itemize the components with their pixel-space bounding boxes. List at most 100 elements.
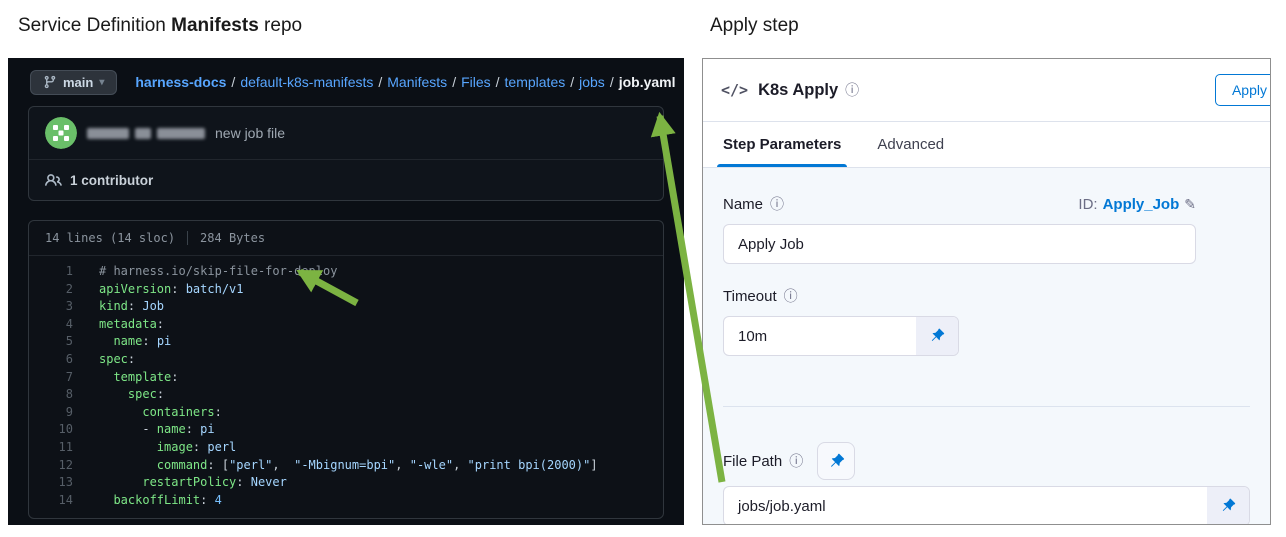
code-line: 13 restartPolicy: Never: [29, 474, 663, 492]
file-size: 284 Bytes: [187, 231, 265, 245]
code-line: 1 # harness.io/skip-file-for-deploy: [29, 263, 663, 281]
file-path-label: File Path: [723, 452, 783, 470]
code-content: metadata:: [99, 316, 165, 331]
file-path-input[interactable]: jobs/job.yaml: [723, 486, 1250, 524]
commit-summary-box: new job file 1 contributor: [28, 106, 664, 201]
code-line: 8 spec:: [29, 386, 663, 404]
id-value-link[interactable]: Apply_Job: [1103, 196, 1180, 213]
file-path-input-pin-button[interactable]: [1207, 487, 1249, 524]
step-parameters-body: Name ⓘ ID: Apply_Job ✎ Apply Job Timeout…: [703, 168, 1270, 524]
code-content: kind: Job: [99, 299, 165, 314]
breadcrumb-separator: /: [570, 74, 575, 90]
timeout-label: Timeout: [723, 287, 777, 305]
tab-advanced[interactable]: Advanced: [877, 122, 944, 167]
line-number[interactable]: 12: [29, 457, 73, 475]
line-number[interactable]: 9: [29, 404, 73, 422]
line-number[interactable]: 1: [29, 263, 73, 281]
redacted-username: [87, 127, 205, 139]
info-icon[interactable]: ⓘ: [770, 194, 784, 214]
step-header: </> K8s Apply ⓘ Apply: [703, 59, 1270, 121]
code-content: containers:: [142, 404, 222, 419]
tab-step-parameters[interactable]: Step Parameters: [716, 122, 848, 167]
breadcrumb-link[interactable]: Manifests: [387, 74, 447, 90]
code-line: 5 name: pi: [29, 333, 663, 351]
line-number[interactable]: 13: [29, 474, 73, 492]
breadcrumb-separator: /: [609, 74, 614, 90]
file-path-input-value: jobs/job.yaml: [738, 497, 826, 515]
latest-commit-row: new job file: [29, 107, 663, 159]
left-heading: Service Definition Manifests repo: [18, 15, 303, 36]
code-content: # harness.io/skip-file-for-deploy: [99, 264, 338, 278]
timeout-input-value: 10m: [738, 327, 768, 345]
commit-message-link[interactable]: new job file: [215, 125, 285, 141]
code-content: restartPolicy: Never: [142, 475, 287, 490]
line-number[interactable]: 7: [29, 369, 73, 387]
info-icon[interactable]: ⓘ: [845, 80, 859, 100]
file-meta-bar: 14 lines (14 sloc) 284 Bytes: [29, 221, 663, 256]
breadcrumb-link[interactable]: templates: [505, 74, 566, 90]
k8s-apply-step-panel: </> K8s Apply ⓘ Apply Step Parameters Adv…: [702, 58, 1271, 525]
github-file-panel: main ▾ harness-docs / default-k8s-manifest…: [8, 58, 684, 525]
line-number[interactable]: 3: [29, 298, 73, 316]
pin-icon: [931, 328, 945, 342]
code-step-icon: </>: [721, 81, 749, 99]
edit-pencil-icon[interactable]: ✎: [1184, 196, 1196, 213]
breadcrumb-separator: /: [452, 74, 457, 90]
branch-selector-button[interactable]: main ▾: [30, 69, 118, 95]
breadcrumb-repo-link[interactable]: harness-docs: [135, 74, 226, 90]
code-line: 10 - name: pi: [29, 421, 663, 439]
pin-icon: [1222, 498, 1236, 512]
contributors-link[interactable]: 1 contributor: [29, 159, 663, 200]
file-path-pin-button[interactable]: [817, 442, 856, 480]
name-input[interactable]: Apply Job: [723, 224, 1196, 264]
breadcrumb-link[interactable]: jobs: [579, 74, 605, 90]
right-heading: Apply step: [710, 15, 799, 36]
pin-icon: [830, 453, 844, 467]
file-path-label-row: File Path ⓘ: [723, 442, 1250, 480]
code-lines: 1 # harness.io/skip-file-for-deploy 2 apiVe…: [29, 256, 663, 518]
github-topbar: main ▾ harness-docs / default-k8s-manifest…: [8, 58, 684, 106]
code-content: template:: [113, 369, 179, 384]
code-content: spec:: [99, 351, 136, 366]
timeout-pin-button[interactable]: [916, 317, 958, 355]
branch-name: main: [63, 74, 94, 90]
file-lines-count: 14 lines (14 sloc): [45, 231, 176, 245]
name-input-value: Apply Job: [738, 235, 804, 253]
code-line: 2 apiVersion: batch/v1: [29, 281, 663, 299]
line-number[interactable]: 5: [29, 333, 73, 351]
breadcrumb-link[interactable]: Files: [461, 74, 491, 90]
line-number[interactable]: 2: [29, 281, 73, 299]
code-line: 9 containers:: [29, 404, 663, 422]
breadcrumb-separator: /: [231, 74, 236, 90]
name-label-row: Name ⓘ: [723, 194, 784, 214]
line-number[interactable]: 10: [29, 421, 73, 439]
contributors-label: 1 contributor: [70, 172, 154, 188]
code-line: 12 command: ["perl", "-Mbignum=bpi", "-w…: [29, 457, 663, 475]
chevron-down-icon: ▾: [99, 76, 105, 88]
code-line: 7 template:: [29, 369, 663, 387]
apply-button[interactable]: Apply: [1214, 74, 1270, 106]
timeout-input[interactable]: 10m: [723, 316, 959, 356]
tabs: Step Parameters Advanced: [703, 121, 1270, 168]
breadcrumb-link[interactable]: default-k8s-manifests: [240, 74, 373, 90]
line-number[interactable]: 11: [29, 439, 73, 457]
breadcrumb: harness-docs / default-k8s-manifests / Manif…: [135, 74, 675, 90]
line-number[interactable]: 4: [29, 316, 73, 334]
code-line: 3 kind: Job: [29, 298, 663, 316]
breadcrumb-separator: /: [495, 74, 500, 90]
line-number[interactable]: 14: [29, 492, 73, 510]
info-icon[interactable]: ⓘ: [789, 451, 803, 471]
line-number[interactable]: 6: [29, 351, 73, 369]
step-title: K8s Apply: [758, 80, 839, 99]
name-label: Name: [723, 195, 764, 213]
section-divider: [723, 406, 1250, 407]
line-number[interactable]: 8: [29, 386, 73, 404]
git-branch-icon: [44, 75, 56, 89]
info-icon[interactable]: ⓘ: [784, 286, 798, 306]
avatar[interactable]: [45, 117, 77, 149]
code-content: apiVersion: batch/v1: [99, 281, 244, 296]
code-line: 6 spec:: [29, 351, 663, 369]
code-content: spec:: [127, 387, 165, 402]
code-content: backoffLimit: 4: [113, 492, 222, 507]
file-content-box: 14 lines (14 sloc) 284 Bytes 1 # harness.…: [28, 220, 664, 520]
